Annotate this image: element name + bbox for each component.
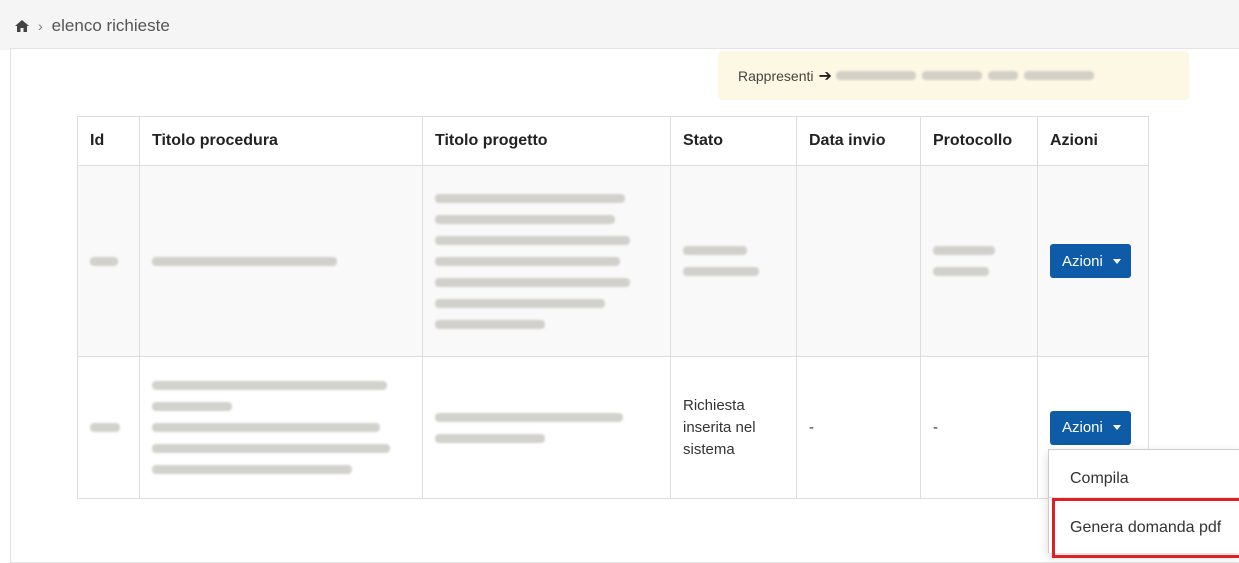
table-row: Richiesta inserita nel sistema - - Azion… xyxy=(77,356,1149,499)
cell-titolo-progetto-redacted xyxy=(422,356,671,499)
representation-box: Rappresenti ➔ xyxy=(718,51,1189,100)
caret-down-icon xyxy=(1112,425,1121,430)
highlight-annotation-box xyxy=(1052,498,1239,558)
table-header-row: Id Titolo procedura Titolo progetto Stat… xyxy=(77,116,1149,166)
cell-titolo-procedura-redacted xyxy=(139,356,423,499)
breadcrumb-separator: › xyxy=(38,18,43,34)
cell-azioni: Azioni xyxy=(1037,165,1149,357)
representation-value-redacted xyxy=(835,71,1094,80)
cell-id-redacted xyxy=(77,356,140,499)
cell-titolo-procedura-redacted xyxy=(139,165,423,357)
column-header-id: Id xyxy=(77,116,140,166)
column-header-data-invio: Data invio xyxy=(796,116,921,166)
representation-label: Rappresenti xyxy=(738,67,814,84)
cell-titolo-progetto-redacted xyxy=(422,165,671,357)
column-header-protocollo: Protocollo xyxy=(920,116,1038,166)
column-header-stato: Stato xyxy=(670,116,797,166)
azioni-dropdown-button[interactable]: Azioni xyxy=(1050,244,1131,278)
arrow-right-icon: ➔ xyxy=(818,67,832,85)
column-header-titolo-progetto: Titolo progetto xyxy=(422,116,671,166)
cell-data-invio-redacted xyxy=(796,165,921,357)
cell-protocollo: - xyxy=(920,356,1038,499)
requests-table: Id Titolo procedura Titolo progetto Stat… xyxy=(77,116,1149,499)
azioni-dropdown-button[interactable]: Azioni xyxy=(1050,410,1131,445)
home-icon[interactable] xyxy=(14,19,30,33)
azioni-button-label: Azioni xyxy=(1062,252,1103,270)
cell-protocollo-redacted xyxy=(920,165,1038,357)
caret-down-icon xyxy=(1112,258,1121,264)
column-header-azioni: Azioni xyxy=(1037,116,1149,166)
breadcrumb: › elenco richieste xyxy=(14,16,170,36)
menu-item-compila[interactable]: Compila xyxy=(1049,467,1239,491)
azioni-button-label: Azioni xyxy=(1062,419,1103,436)
cell-stato-redacted xyxy=(670,165,797,357)
table-row: Azioni xyxy=(77,165,1149,357)
top-band xyxy=(0,0,1239,50)
cell-data-invio: - xyxy=(796,356,921,499)
cell-id-redacted xyxy=(77,165,140,357)
breadcrumb-current: elenco richieste xyxy=(51,16,170,35)
column-header-titolo-procedura: Titolo procedura xyxy=(139,116,423,166)
cell-stato: Richiesta inserita nel sistema xyxy=(670,356,797,499)
